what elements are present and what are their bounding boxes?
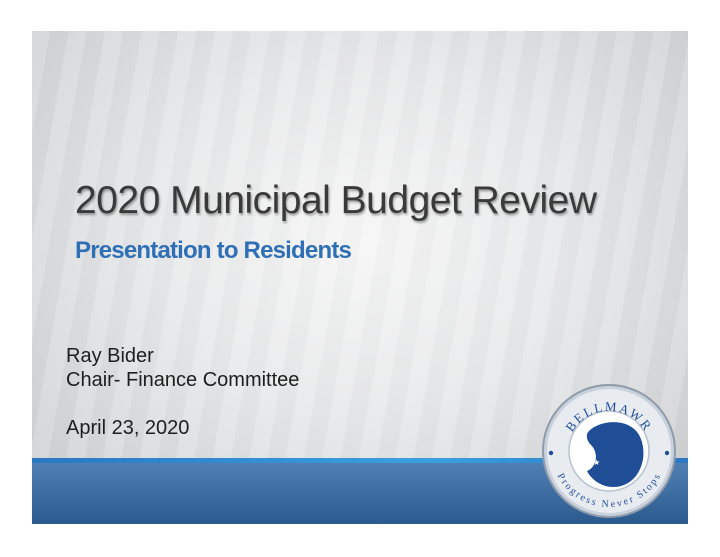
title-slide: 2020 Municipal Budget Review Presentatio… [32,31,688,524]
presenter-name: Ray Bider [66,345,154,367]
presenter-info: Ray Bider Chair- Finance Committee April… [66,344,299,440]
slide-title: 2020 Municipal Budget Review [75,179,597,222]
municipal-seal-icon: ★ BELLMAWR Progress Never Stops [542,384,676,518]
svg-text:★: ★ [593,458,600,467]
slide-subtitle: Presentation to Residents [75,237,352,264]
presentation-date: April 23, 2020 [66,417,190,439]
presenter-role: Chair- Finance Committee [66,369,300,391]
